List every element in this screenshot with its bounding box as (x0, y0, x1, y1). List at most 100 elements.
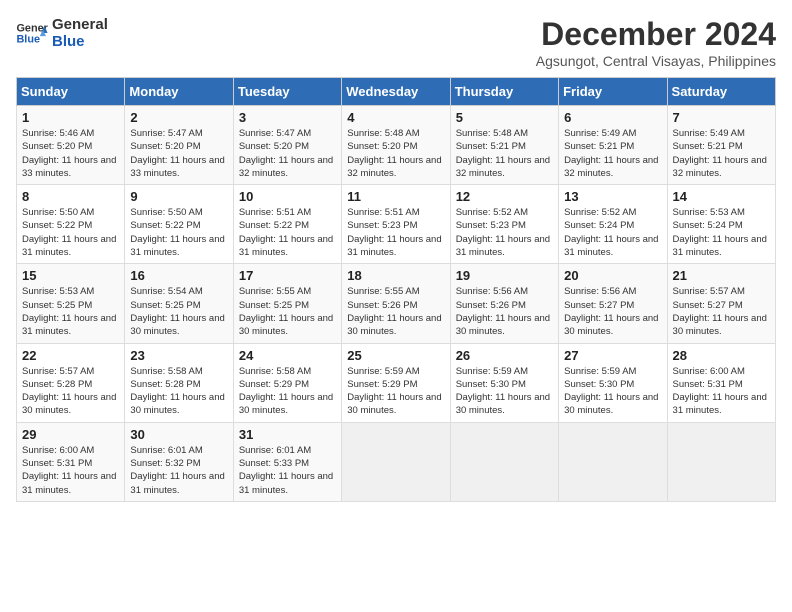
day-info: Sunrise: 5:49 AMSunset: 5:21 PMDaylight:… (564, 127, 661, 180)
day-info: Sunrise: 5:49 AMSunset: 5:21 PMDaylight:… (673, 127, 770, 180)
day-info: Sunrise: 5:52 AMSunset: 5:23 PMDaylight:… (456, 206, 553, 259)
calendar-week-row: 22Sunrise: 5:57 AMSunset: 5:28 PMDayligh… (17, 343, 776, 422)
day-number: 11 (347, 189, 444, 204)
calendar-day-cell: 20 Sunrise: 5:56 AMSunset: 5:27 PMDayligh… (559, 264, 667, 343)
day-number: 12 (456, 189, 553, 204)
month-title: December 2024 (536, 16, 776, 53)
calendar-day-cell (450, 422, 558, 501)
calendar-day-cell: 30 Sunrise: 6:01 AMSunset: 5:32 PMDayligh… (125, 422, 233, 501)
location-title: Agsungot, Central Visayas, Philippines (536, 53, 776, 69)
day-number: 24 (239, 348, 336, 363)
day-info: Sunrise: 5:48 AMSunset: 5:21 PMDaylight:… (456, 127, 553, 180)
day-number: 10 (239, 189, 336, 204)
calendar-day-cell: 26Sunrise: 5:59 AMSunset: 5:30 PMDayligh… (450, 343, 558, 422)
weekday-header: Tuesday (233, 78, 341, 106)
calendar-body: 1Sunrise: 5:46 AMSunset: 5:20 PMDaylight… (17, 106, 776, 502)
weekday-header: Saturday (667, 78, 775, 106)
calendar-day-cell (342, 422, 450, 501)
calendar-day-cell: 7 Sunrise: 5:49 AMSunset: 5:21 PMDaylight… (667, 106, 775, 185)
day-info: Sunrise: 5:47 AMSunset: 5:20 PMDaylight:… (239, 127, 336, 180)
day-info: Sunrise: 5:59 AMSunset: 5:30 PMDaylight:… (564, 365, 661, 418)
day-number: 6 (564, 110, 661, 125)
day-number: 23 (130, 348, 227, 363)
calendar-day-cell: 19 Sunrise: 5:56 AMSunset: 5:26 PMDayligh… (450, 264, 558, 343)
calendar-day-cell: 15 Sunrise: 5:53 AMSunset: 5:25 PMDayligh… (17, 264, 125, 343)
day-number: 17 (239, 268, 336, 283)
calendar-day-cell: 5 Sunrise: 5:48 AMSunset: 5:21 PMDaylight… (450, 106, 558, 185)
title-area: December 2024 Agsungot, Central Visayas,… (536, 16, 776, 69)
logo-general: General (52, 16, 108, 33)
day-number: 13 (564, 189, 661, 204)
calendar-day-cell: 31Sunrise: 6:01 AMSunset: 5:33 PMDayligh… (233, 422, 341, 501)
logo-icon: General Blue (16, 19, 48, 47)
day-info: Sunrise: 5:55 AMSunset: 5:26 PMDaylight:… (347, 285, 444, 338)
day-number: 7 (673, 110, 770, 125)
calendar-day-cell: 10 Sunrise: 5:51 AMSunset: 5:22 PMDayligh… (233, 185, 341, 264)
calendar-day-cell: 29Sunrise: 6:00 AMSunset: 5:31 PMDayligh… (17, 422, 125, 501)
page-header: General Blue General Blue December 2024 … (16, 16, 776, 69)
day-info: Sunrise: 5:57 AMSunset: 5:28 PMDaylight:… (22, 365, 119, 418)
day-number: 19 (456, 268, 553, 283)
calendar-day-cell: 17Sunrise: 5:55 AMSunset: 5:25 PMDayligh… (233, 264, 341, 343)
day-info: Sunrise: 5:58 AMSunset: 5:29 PMDaylight:… (239, 365, 336, 418)
calendar-day-cell: 16Sunrise: 5:54 AMSunset: 5:25 PMDayligh… (125, 264, 233, 343)
day-number: 27 (564, 348, 661, 363)
day-info: Sunrise: 6:01 AMSunset: 5:32 PMDaylight:… (130, 444, 227, 497)
day-number: 18 (347, 268, 444, 283)
day-number: 5 (456, 110, 553, 125)
weekday-header: Monday (125, 78, 233, 106)
day-info: Sunrise: 5:56 AMSunset: 5:27 PMDaylight:… (564, 285, 661, 338)
calendar-day-cell: 3 Sunrise: 5:47 AMSunset: 5:20 PMDaylight… (233, 106, 341, 185)
day-info: Sunrise: 5:57 AMSunset: 5:27 PMDaylight:… (673, 285, 770, 338)
day-info: Sunrise: 6:00 AMSunset: 5:31 PMDaylight:… (22, 444, 119, 497)
day-number: 2 (130, 110, 227, 125)
day-number: 28 (673, 348, 770, 363)
day-info: Sunrise: 5:48 AMSunset: 5:20 PMDaylight:… (347, 127, 444, 180)
day-info: Sunrise: 6:01 AMSunset: 5:33 PMDaylight:… (239, 444, 336, 497)
calendar-day-cell: 25 Sunrise: 5:59 AMSunset: 5:29 PMDayligh… (342, 343, 450, 422)
day-number: 3 (239, 110, 336, 125)
calendar-day-cell: 11 Sunrise: 5:51 AMSunset: 5:23 PMDayligh… (342, 185, 450, 264)
day-info: Sunrise: 5:46 AMSunset: 5:20 PMDaylight:… (22, 127, 119, 180)
day-number: 20 (564, 268, 661, 283)
calendar-day-cell (559, 422, 667, 501)
day-info: Sunrise: 5:51 AMSunset: 5:23 PMDaylight:… (347, 206, 444, 259)
day-info: Sunrise: 5:47 AMSunset: 5:20 PMDaylight:… (130, 127, 227, 180)
calendar-day-cell (667, 422, 775, 501)
day-number: 30 (130, 427, 227, 442)
logo-blue: Blue (52, 33, 108, 50)
day-info: Sunrise: 5:53 AMSunset: 5:25 PMDaylight:… (22, 285, 119, 338)
logo: General Blue General Blue (16, 16, 108, 50)
day-info: Sunrise: 5:58 AMSunset: 5:28 PMDaylight:… (130, 365, 227, 418)
weekday-header: Friday (559, 78, 667, 106)
calendar-day-cell: 14Sunrise: 5:53 AMSunset: 5:24 PMDayligh… (667, 185, 775, 264)
day-number: 9 (130, 189, 227, 204)
day-number: 14 (673, 189, 770, 204)
calendar-week-row: 8Sunrise: 5:50 AMSunset: 5:22 PMDaylight… (17, 185, 776, 264)
calendar-day-cell: 6 Sunrise: 5:49 AMSunset: 5:21 PMDaylight… (559, 106, 667, 185)
day-number: 8 (22, 189, 119, 204)
day-number: 15 (22, 268, 119, 283)
calendar-day-cell: 24 Sunrise: 5:58 AMSunset: 5:29 PMDayligh… (233, 343, 341, 422)
calendar-day-cell: 27 Sunrise: 5:59 AMSunset: 5:30 PMDayligh… (559, 343, 667, 422)
day-number: 25 (347, 348, 444, 363)
calendar-day-cell: 9Sunrise: 5:50 AMSunset: 5:22 PMDaylight… (125, 185, 233, 264)
calendar-header: SundayMondayTuesdayWednesdayThursdayFrid… (17, 78, 776, 106)
calendar-week-row: 1Sunrise: 5:46 AMSunset: 5:20 PMDaylight… (17, 106, 776, 185)
day-info: Sunrise: 5:51 AMSunset: 5:22 PMDaylight:… (239, 206, 336, 259)
weekday-header: Thursday (450, 78, 558, 106)
calendar-day-cell: 28Sunrise: 6:00 AMSunset: 5:31 PMDayligh… (667, 343, 775, 422)
svg-text:Blue: Blue (16, 33, 40, 45)
calendar-day-cell: 22Sunrise: 5:57 AMSunset: 5:28 PMDayligh… (17, 343, 125, 422)
calendar-week-row: 29Sunrise: 6:00 AMSunset: 5:31 PMDayligh… (17, 422, 776, 501)
calendar-day-cell: 23 Sunrise: 5:58 AMSunset: 5:28 PMDayligh… (125, 343, 233, 422)
calendar-day-cell: 12 Sunrise: 5:52 AMSunset: 5:23 PMDayligh… (450, 185, 558, 264)
day-info: Sunrise: 5:59 AMSunset: 5:29 PMDaylight:… (347, 365, 444, 418)
weekday-header: Sunday (17, 78, 125, 106)
day-info: Sunrise: 5:56 AMSunset: 5:26 PMDaylight:… (456, 285, 553, 338)
calendar-day-cell: 2 Sunrise: 5:47 AMSunset: 5:20 PMDaylight… (125, 106, 233, 185)
weekday-header: Wednesday (342, 78, 450, 106)
calendar-day-cell: 4Sunrise: 5:48 AMSunset: 5:20 PMDaylight… (342, 106, 450, 185)
day-info: Sunrise: 5:54 AMSunset: 5:25 PMDaylight:… (130, 285, 227, 338)
day-number: 21 (673, 268, 770, 283)
